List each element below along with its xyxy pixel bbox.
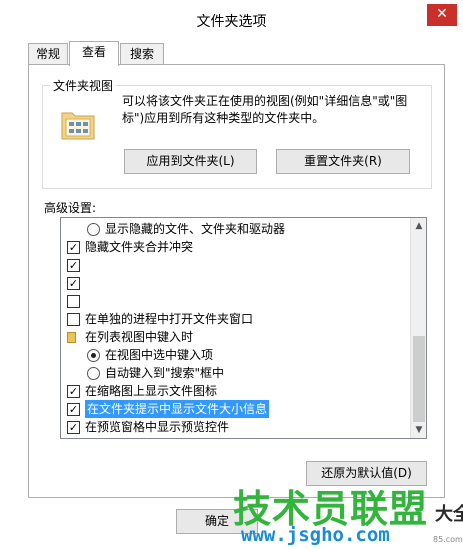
advanced-item-checkbox[interactable]: ✓ (67, 421, 80, 434)
advanced-item[interactable]: 在单独的进程中打开文件夹窗口 (61, 310, 410, 328)
advanced-item-label: 隐藏文件夹合并冲突 (85, 240, 194, 254)
advanced-item-radio[interactable] (87, 367, 100, 380)
advanced-item[interactable]: ✓ 隐藏文件夹合并冲突 (61, 238, 410, 256)
tab-search[interactable]: 搜索 (120, 43, 164, 65)
watermark-suffix: 大全 (435, 504, 463, 525)
advanced-item[interactable]: 显示隐藏的文件、文件夹和驱动器 (61, 220, 410, 238)
advanced-item[interactable]: 在列表视图中键入时 (61, 328, 410, 346)
advanced-item-checkbox[interactable]: ✓ (67, 403, 80, 416)
advanced-settings-list: 显示隐藏的文件、文件夹和驱动器 ✓ 隐藏文件夹合并冲突 ✓ ✓ 在单独的进程中打开文件夹窗… (60, 217, 427, 439)
advanced-item-checkbox[interactable]: ✓ (67, 259, 80, 272)
advanced-item-checkbox[interactable] (67, 313, 80, 326)
advanced-item-label: 在列表视图中键入时 (85, 330, 194, 344)
scroll-up-icon[interactable]: ▲ (411, 218, 426, 234)
site-watermark: 技术员联盟 大全 www.jsgho.com 85.com (225, 478, 463, 548)
advanced-item-label: 在单独的进程中打开文件夹窗口 (85, 312, 254, 326)
advanced-item-label: 在缩略图上显示文件图标 (85, 384, 218, 398)
folder-views-description: 可以将该文件夹正在使用的视图(例如"详细信息"或"图标")应用到所有这种类型的文… (122, 94, 408, 125)
advanced-item-checkbox[interactable] (67, 295, 80, 308)
apply-to-folders-button[interactable]: 应用到文件夹(L) (124, 149, 257, 174)
tab-general[interactable]: 常规 (28, 43, 68, 65)
advanced-item[interactable]: 自动键入到"搜索"框中 (61, 364, 410, 382)
advanced-item[interactable]: ✓ (61, 256, 410, 274)
advanced-item[interactable]: 在视图中选中键入项 (61, 346, 410, 364)
reset-folders-button[interactable]: 重置文件夹(R) (276, 149, 410, 174)
advanced-item[interactable] (61, 292, 410, 310)
advanced-item[interactable]: ✓ 在文件夹提示中显示文件大小信息 (61, 400, 410, 418)
close-button[interactable]: ✕ (427, 4, 457, 26)
advanced-item-radio[interactable] (87, 349, 100, 362)
advanced-item-label: 自动键入到"搜索"框中 (105, 366, 225, 380)
advanced-item-label: 在视图中选中键入项 (105, 348, 214, 362)
watermark-url-small: 85.com (433, 535, 463, 544)
advanced-item-radio[interactable] (87, 223, 100, 236)
advanced-settings-label: 高级设置: (44, 201, 97, 215)
folder-view-icon (61, 112, 95, 140)
advanced-item-label: 显示隐藏的文件、文件夹和驱动器 (105, 222, 286, 236)
advanced-item[interactable]: ✓ (61, 274, 410, 292)
advanced-item-checkbox[interactable]: ✓ (67, 385, 80, 398)
folder-icon (67, 332, 76, 343)
advanced-item-checkbox[interactable]: ✓ (67, 241, 80, 254)
advanced-item-label: 在预览窗格中显示预览控件 (85, 420, 230, 434)
advanced-item[interactable]: ✓ 在缩略图上显示文件图标 (61, 382, 410, 400)
advanced-item[interactable]: ✓ 在预览窗格中显示预览控件 (61, 418, 410, 436)
advanced-item-checkbox[interactable]: ✓ (67, 277, 80, 290)
advanced-scrollbar[interactable]: ▲ ▼ (410, 218, 426, 438)
scroll-thumb[interactable] (413, 336, 425, 422)
advanced-item-label: 在文件夹提示中显示文件大小信息 (85, 400, 270, 418)
scroll-down-icon[interactable]: ▼ (411, 422, 426, 438)
folder-views-title: 文件夹视图 (50, 77, 117, 94)
title-bar: 文件夹选项 ✕ (0, 0, 463, 38)
tab-view[interactable]: 查看 (69, 41, 119, 66)
watermark-url: www.jsgho.com (241, 524, 390, 546)
window-title: 文件夹选项 (196, 14, 267, 30)
